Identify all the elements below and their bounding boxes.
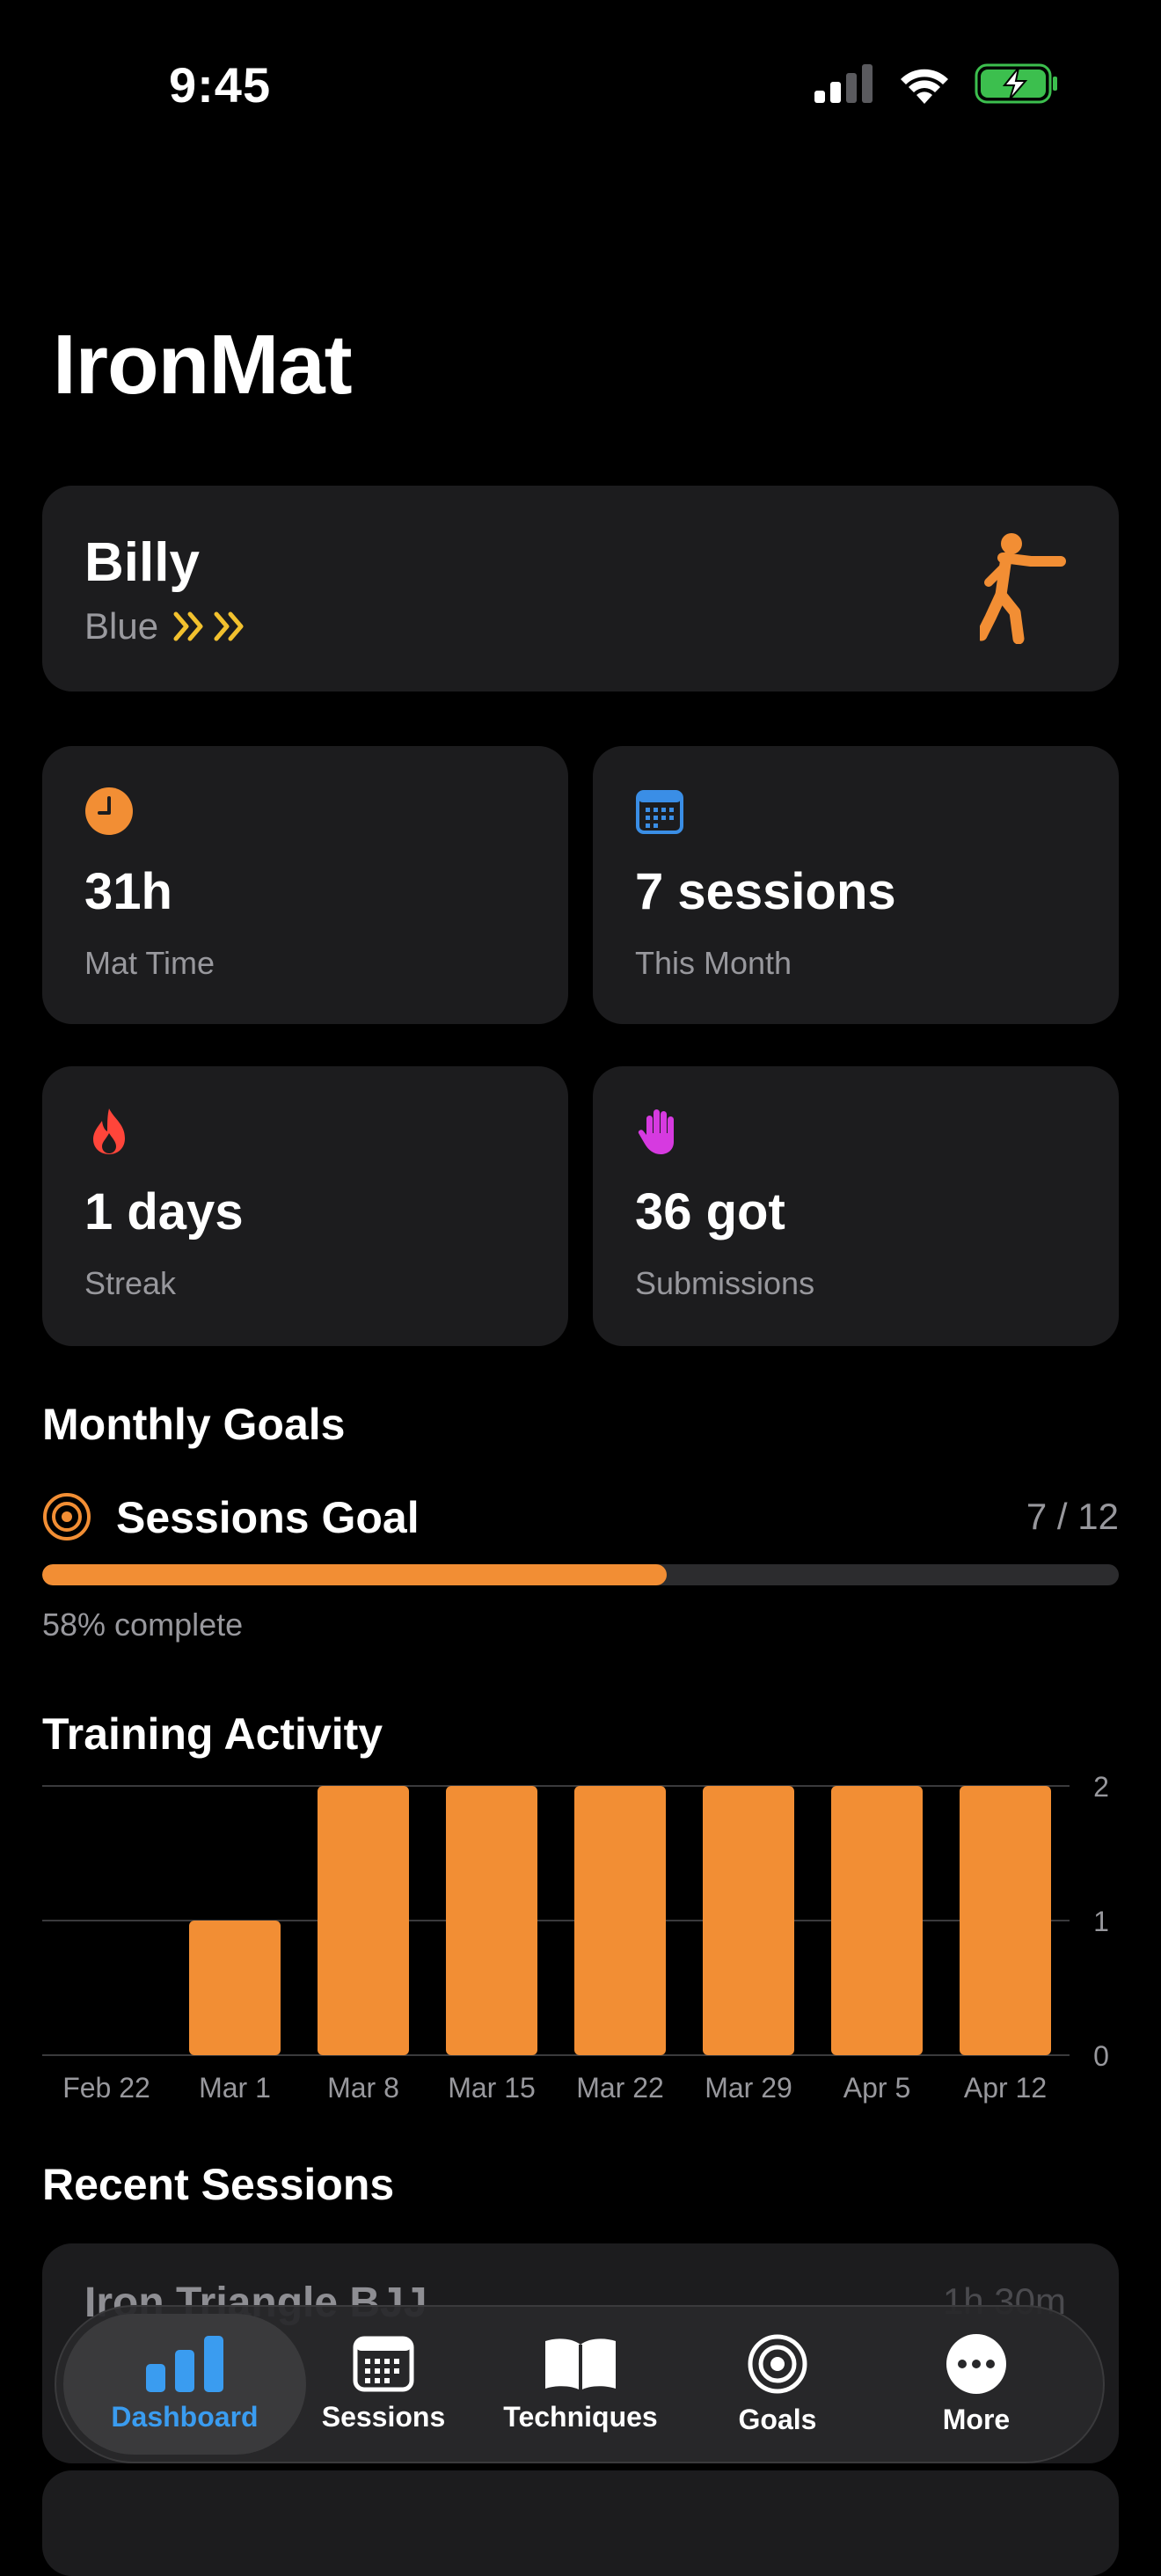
martial-arts-figure-icon	[980, 533, 1066, 644]
chart-bar	[446, 1786, 537, 2055]
stat-value: 1 days	[84, 1183, 244, 1240]
battery-charging-icon	[975, 63, 1057, 104]
belt-label: Blue	[84, 605, 159, 647]
chart-bar	[703, 1786, 794, 2055]
hand-icon	[638, 1109, 674, 1154]
goal-name: Sessions Goal	[116, 1493, 420, 1542]
tab-label: More	[942, 2403, 1011, 2435]
stat-value: 31h	[84, 863, 172, 920]
profile-name: Billy	[84, 532, 200, 593]
tab-techniques[interactable]: Techniques	[493, 2307, 668, 2462]
recent-session-card-2[interactable]	[42, 2470, 1119, 2576]
calendar-icon	[353, 2336, 414, 2391]
stat-label: Streak	[84, 1265, 177, 1301]
stat-card-mat-time[interactable]: 31h Mat Time	[42, 746, 568, 1024]
chart-x-tick-label: Feb 22	[62, 2072, 150, 2104]
chart-bars-icon	[146, 2335, 223, 2392]
chart-bar	[831, 1786, 923, 2055]
chart-bar	[574, 1786, 666, 2055]
calendar-icon	[636, 790, 683, 834]
status-icons	[814, 63, 1059, 104]
target-icon	[43, 1493, 91, 1540]
chart-x-tick-label: Mar 1	[199, 2072, 271, 2104]
status-time: 9:45	[169, 57, 272, 113]
tab-bar: Dashboard Sessions Techniques Goals More	[55, 2305, 1105, 2463]
ellipsis-icon	[946, 2333, 1006, 2394]
tab-more[interactable]: More	[888, 2307, 1064, 2462]
chart-bar	[189, 1921, 281, 2055]
chart-x-tick-label: Mar 29	[705, 2072, 792, 2104]
profile-belt: Blue	[84, 605, 248, 648]
stat-card-streak[interactable]: 1 days Streak	[42, 1066, 568, 1346]
app-title: IronMat	[53, 318, 353, 412]
chart-x-tick-label: Mar 22	[576, 2072, 664, 2104]
chart-bar	[318, 1786, 409, 2055]
chart-x-tick-label: Mar 8	[327, 2072, 399, 2104]
stat-value: 7 sessions	[635, 863, 896, 920]
goal-progress-fill	[42, 1564, 667, 1585]
training-activity-chart: 0 1 2 Feb 22 Mar 1 Mar 8 Mar 15 Mar 22 Mar 29 Apr…	[0, 1768, 1161, 2120]
training-activity-svg: 0 1 2 Feb 22 Mar 1 Mar 8 Mar 15 Mar 22 Mar 29 Apr…	[42, 1771, 1109, 2104]
goal-count: 7 / 12	[1026, 1496, 1119, 1537]
clock-icon	[85, 787, 133, 835]
stat-value: 36 got	[635, 1183, 785, 1240]
stat-label: This Month	[635, 945, 792, 981]
belt-stripes-icon	[173, 611, 244, 641]
flame-icon	[93, 1109, 125, 1154]
stat-card-submissions[interactable]: 36 got Submissions	[593, 1066, 1119, 1346]
tab-goals[interactable]: Goals	[690, 2307, 865, 2462]
chart-y-tick-label: 0	[1093, 2040, 1109, 2072]
chart-y-tick-label: 2	[1093, 1771, 1109, 1803]
tab-label: Goals	[738, 2403, 817, 2435]
goal-progress-bar	[42, 1564, 1119, 1585]
target-icon	[748, 2334, 807, 2393]
stat-label: Submissions	[635, 1265, 815, 1301]
cellular-signal-icon	[814, 64, 873, 103]
tab-sessions[interactable]: Sessions	[296, 2307, 471, 2462]
tab-label: Sessions	[321, 2400, 446, 2433]
goal-row[interactable]: Sessions Goal 7 / 12	[42, 1487, 1119, 1548]
chart-y-tick-label: 1	[1093, 1906, 1109, 1937]
tab-label: Techniques	[503, 2400, 658, 2433]
chart-bar	[960, 1786, 1051, 2055]
section-title-training-activity: Training Activity	[42, 1709, 383, 1759]
stat-label: Mat Time	[84, 945, 215, 981]
profile-card[interactable]: Billy Blue	[42, 486, 1119, 692]
section-title-monthly-goals: Monthly Goals	[42, 1400, 346, 1449]
section-title-recent-sessions: Recent Sessions	[42, 2160, 395, 2209]
tab-dashboard[interactable]: Dashboard	[63, 2314, 306, 2455]
chart-x-tick-label: Apr 12	[964, 2072, 1047, 2104]
goal-progress-text: 58% complete	[42, 1606, 244, 1643]
tab-label: Dashboard	[111, 2400, 259, 2433]
chart-x-tick-label: Mar 15	[448, 2072, 536, 2104]
chart-x-tick-label: Apr 5	[843, 2072, 910, 2104]
stat-card-sessions[interactable]: 7 sessions This Month	[593, 746, 1119, 1024]
book-icon	[545, 2338, 616, 2390]
wifi-icon	[901, 69, 948, 104]
